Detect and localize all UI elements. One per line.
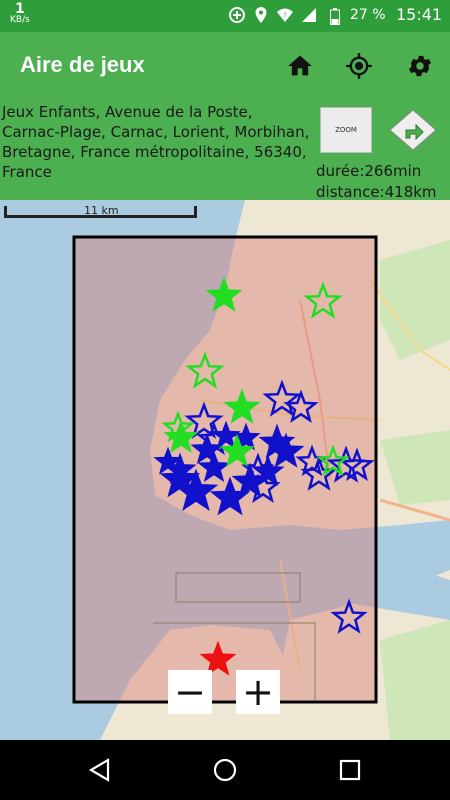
wifi-icon: ? xyxy=(276,6,294,24)
svg-text:?: ? xyxy=(283,12,286,19)
route-duration: durée:266min xyxy=(316,162,422,180)
route-distance: distance:418km xyxy=(316,183,437,201)
map-view[interactable] xyxy=(0,200,450,740)
scale-bar xyxy=(4,215,197,218)
system-nav-bar xyxy=(0,740,450,800)
zoom-in-button[interactable]: + xyxy=(236,670,280,714)
scale-bar-right xyxy=(194,206,197,216)
app-title: Aire de jeux xyxy=(20,52,145,77)
locate-button[interactable] xyxy=(343,50,375,82)
locate-icon xyxy=(346,53,372,79)
directions-icon xyxy=(389,109,437,151)
clock: 15:41 xyxy=(396,5,443,24)
map-canvas[interactable] xyxy=(0,200,450,740)
app-bar: Aire de jeux xyxy=(0,32,450,100)
location-icon xyxy=(252,6,270,24)
speed-unit: KB/s xyxy=(10,15,30,25)
signal-icon xyxy=(300,6,318,24)
battery-percent: 27 % xyxy=(350,7,386,23)
zoom-out-button[interactable]: − xyxy=(168,670,212,714)
home-nav-icon[interactable] xyxy=(211,756,239,784)
data-saver-icon xyxy=(228,6,246,24)
destination-address: Jeux Enfants, Avenue de la Poste, Carnac… xyxy=(2,103,310,181)
back-icon[interactable] xyxy=(86,756,114,784)
navigate-button[interactable] xyxy=(386,108,440,152)
home-button[interactable] xyxy=(284,50,316,82)
settings-button[interactable] xyxy=(404,50,436,82)
settings-icon xyxy=(408,55,432,77)
speed-value: 1 xyxy=(15,1,25,17)
battery-icon xyxy=(330,8,340,29)
zoom-to-destination-button[interactable]: ZOOM xyxy=(320,107,372,153)
status-bar: 1 KB/s ? 27 % 15:41 xyxy=(0,0,450,32)
network-speed: 1 KB/s xyxy=(10,2,30,25)
home-icon xyxy=(288,55,312,76)
recents-icon[interactable] xyxy=(336,756,364,784)
